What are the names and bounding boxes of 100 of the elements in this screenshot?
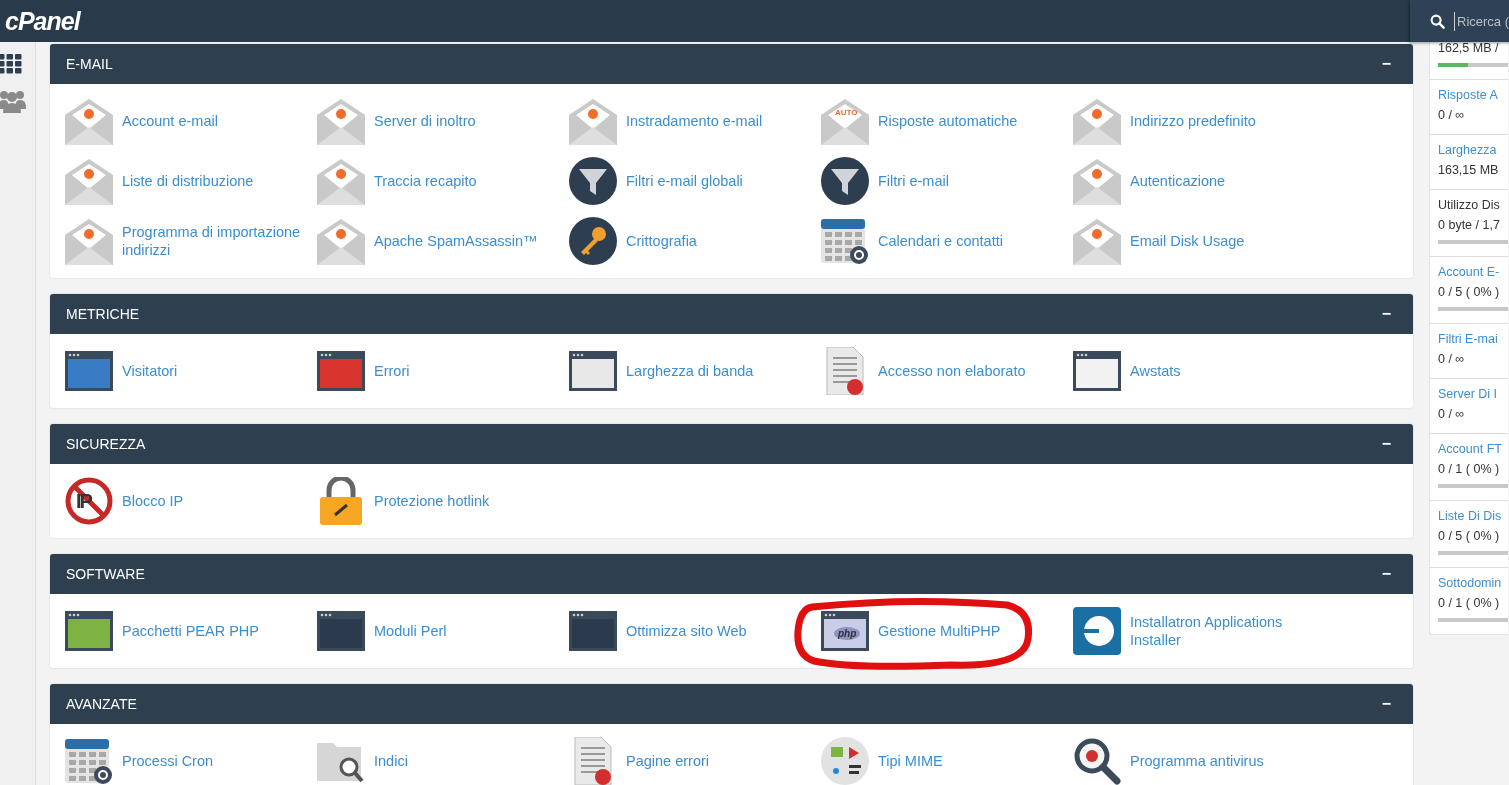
users-icon[interactable] — [0, 89, 26, 113]
app-window-icon[interactable] — [821, 611, 869, 651]
stat-link[interactable]: Account FT — [1438, 442, 1508, 456]
search-icon — [1430, 13, 1445, 29]
media-icon[interactable] — [821, 737, 869, 785]
collapse-toggle[interactable]: − — [1381, 565, 1391, 583]
tool-link[interactable]: Apache SpamAssassin™ — [374, 232, 538, 250]
stat-value: 163,15 MB — [1438, 163, 1500, 177]
stat-value: 0 / 5 ( 0% ) — [1438, 285, 1501, 299]
magnifier-icon[interactable] — [1073, 737, 1121, 785]
envelope-icon[interactable] — [1073, 217, 1121, 265]
envelope-icon[interactable] — [569, 97, 617, 145]
stat-link[interactable]: Liste Di Dis — [1438, 509, 1508, 523]
usage-bar — [1438, 240, 1508, 244]
tool-link[interactable]: Liste di distribuzione — [122, 172, 254, 190]
tool-link[interactable]: Accesso non elaborato — [878, 362, 1026, 380]
app-window-icon[interactable] — [65, 611, 113, 651]
stat-link[interactable]: Larghezza — [1438, 143, 1508, 157]
collapse-toggle[interactable]: − — [1381, 55, 1391, 73]
tool-link[interactable]: Indici — [374, 752, 408, 770]
envelope-icon[interactable] — [65, 217, 113, 265]
envelope-icon[interactable] — [317, 217, 365, 265]
tool-link[interactable]: Visitatori — [122, 362, 178, 380]
padlock-icon[interactable] — [317, 477, 365, 525]
tool-link[interactable]: Risposte automatiche — [878, 112, 1018, 130]
collapse-toggle[interactable]: − — [1381, 305, 1391, 323]
funnel-icon[interactable] — [569, 157, 617, 205]
tool-link[interactable]: Installatron Applications Installer — [1130, 613, 1320, 649]
section-header[interactable]: E-MAIL − — [50, 44, 1413, 84]
envelope-icon[interactable] — [65, 157, 113, 205]
usage-bar — [1438, 551, 1508, 555]
logo[interactable]: cPanel — [5, 6, 80, 36]
tool-link[interactable]: Protezione hotlink — [374, 492, 490, 510]
usage-bar — [1438, 484, 1508, 488]
usage-bar — [1438, 618, 1508, 622]
tool-link[interactable]: Instradamento e-mail — [626, 112, 763, 130]
tool-link[interactable]: Indirizzo predefinito — [1130, 112, 1256, 130]
tool-link[interactable]: Programma di importazione indirizzi — [122, 223, 312, 259]
usage-bar — [1438, 307, 1508, 311]
icon-label: AUTO — [835, 108, 858, 117]
stat-value: 0 / ∞ — [1438, 352, 1466, 366]
calendar-icon[interactable] — [65, 737, 113, 785]
section-title: METRICHE — [66, 306, 140, 322]
tool-link[interactable]: Pacchetti PEAR PHP — [122, 622, 259, 640]
funnel-icon[interactable] — [821, 157, 869, 205]
tool-link[interactable]: Pagine errori — [626, 752, 709, 770]
tool-link[interactable]: Blocco IP — [122, 492, 184, 510]
section-title: AVANZATE — [66, 696, 137, 712]
tool-link[interactable]: Larghezza di banda — [626, 362, 754, 380]
stat-link[interactable]: Sottodomin — [1438, 576, 1508, 590]
section-header[interactable]: SICUREZZA − — [50, 424, 1413, 464]
key-icon[interactable] — [569, 217, 617, 265]
tool-link[interactable]: Gestione MultiPHP — [878, 622, 1001, 640]
tool-link[interactable]: Filtri e-mail — [878, 172, 949, 190]
search-field[interactable]: Ricerca ( — [1454, 11, 1509, 31]
calendar-icon[interactable] — [821, 217, 869, 265]
stat-value: 0 / 5 ( 0% ) — [1438, 529, 1501, 543]
envelope-icon[interactable] — [317, 97, 365, 145]
stat-link[interactable]: Server Di I — [1438, 387, 1508, 401]
tool-link[interactable]: Programma antivirus — [1130, 752, 1264, 770]
envelope-icon[interactable] — [1073, 157, 1121, 205]
stat-value: 0 byte / 1,7 — [1438, 218, 1501, 232]
stat-value: 0 / ∞ — [1438, 108, 1466, 122]
tool-link[interactable]: Traccia recapito — [374, 172, 477, 190]
tool-link[interactable]: Crittografia — [626, 232, 697, 250]
section-header[interactable]: AVANZATE − — [50, 684, 1413, 724]
stat-value: 0 / 1 ( 0% ) — [1438, 462, 1501, 476]
tool-link[interactable]: Processi Cron — [122, 752, 214, 770]
stat-value: 0 / 1 ( 0% ) — [1438, 596, 1501, 610]
envelope-icon[interactable] — [65, 97, 113, 145]
stat-link[interactable]: Filtri E-mai — [1438, 332, 1508, 346]
apps-grid-icon[interactable] — [0, 54, 22, 74]
tool-link[interactable]: Autenticazione — [1130, 172, 1226, 190]
stat-link[interactable]: Account E- — [1438, 265, 1508, 279]
tool-link[interactable]: Tipi MIME — [878, 752, 943, 770]
section-title: SICUREZZA — [66, 436, 146, 452]
stat-value: 0 / ∞ — [1438, 407, 1466, 421]
app-icon[interactable] — [1073, 607, 1121, 655]
tool-link[interactable]: Account e-mail — [122, 112, 218, 130]
tool-link[interactable]: Calendari e contatti — [878, 232, 1003, 250]
collapse-toggle[interactable]: − — [1381, 695, 1391, 713]
collapse-toggle[interactable]: − — [1381, 435, 1391, 453]
stat-link[interactable]: Risposte A — [1438, 88, 1508, 102]
tool-link[interactable]: Awstats — [1130, 362, 1181, 380]
tool-link[interactable]: Moduli Perl — [374, 622, 447, 640]
tool-link[interactable]: Server di inoltro — [374, 112, 476, 130]
envelope-icon[interactable] — [1073, 97, 1121, 145]
app-window-icon[interactable] — [569, 351, 617, 391]
tool-link[interactable]: Filtri e-mail globali — [626, 172, 743, 190]
section-header[interactable]: METRICHE − — [50, 294, 1413, 334]
section-header[interactable]: SOFTWARE − — [50, 554, 1413, 594]
app-window-icon[interactable] — [1073, 351, 1121, 391]
envelope-icon[interactable] — [317, 157, 365, 205]
section-title: SOFTWARE — [66, 566, 145, 582]
tool-link[interactable]: Errori — [374, 362, 410, 380]
prohibited-sign-icon[interactable] — [65, 477, 113, 525]
section-title: E-MAIL — [66, 56, 113, 72]
tool-link[interactable]: Email Disk Usage — [1130, 232, 1245, 250]
stat-label: Utilizzo Dis — [1438, 198, 1501, 212]
tool-link[interactable]: Ottimizza sito Web — [626, 622, 747, 640]
